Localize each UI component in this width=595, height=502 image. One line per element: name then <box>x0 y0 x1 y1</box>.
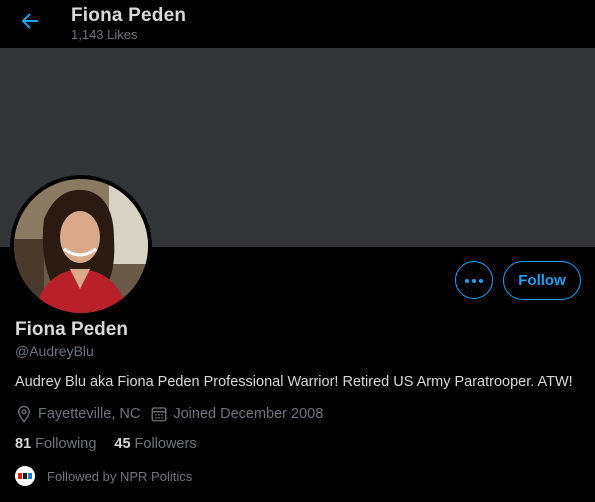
followers-count: 45 <box>114 436 131 452</box>
npr-politics-avatar <box>15 466 35 486</box>
location-text: Fayetteville, NC <box>38 406 141 422</box>
followers-label: Followers <box>134 436 197 452</box>
more-icon <box>464 271 484 289</box>
followed-by-row[interactable]: Followed by NPR Politics <box>15 466 192 486</box>
header-title: Fiona Peden <box>71 5 187 26</box>
avatar[interactable] <box>14 179 148 313</box>
following-count: 81 <box>15 436 32 452</box>
location-pin-icon <box>18 405 30 423</box>
followers-link[interactable]: 45 Followers <box>114 436 196 452</box>
likes-count: 1,143 Likes <box>71 27 138 42</box>
profile-bio: Audrey Blu aka Fiona Peden Professional … <box>15 374 573 390</box>
follow-button[interactable]: Follow <box>503 261 581 300</box>
follow-stats: 81 Following 45 Followers <box>15 436 215 452</box>
followed-by-text: Followed by NPR Politics <box>47 468 193 484</box>
avatar-border <box>10 175 152 317</box>
location-item: Fayetteville, NC <box>15 405 140 423</box>
profile-meta: Fayetteville, NC Joined December 2008 <box>15 404 333 424</box>
more-options-button[interactable] <box>455 261 493 299</box>
joined-text: Joined December 2008 <box>173 406 324 422</box>
following-label: Following <box>35 436 97 452</box>
profile-name: Fiona Peden <box>15 319 128 340</box>
following-link[interactable]: 81 Following <box>15 436 96 452</box>
top-bar: Fiona Peden 1,143 Likes <box>0 0 595 48</box>
joined-item: Joined December 2008 <box>150 405 323 423</box>
back-arrow-icon[interactable] <box>18 9 42 33</box>
profile-handle: @AudreyBlu <box>15 343 94 359</box>
calendar-icon <box>151 407 167 422</box>
